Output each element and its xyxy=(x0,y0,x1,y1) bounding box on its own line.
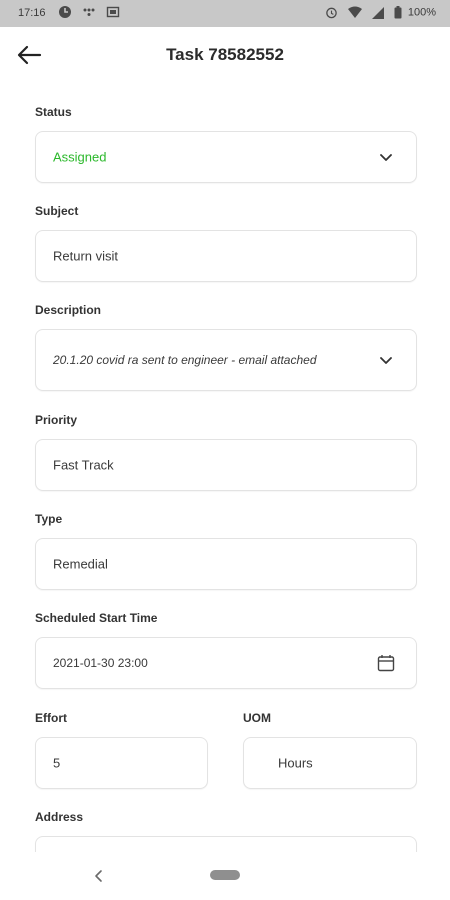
type-label: Type xyxy=(35,512,63,526)
status-dropdown[interactable]: Assigned xyxy=(35,131,417,183)
status-time: 17:16 xyxy=(18,7,46,19)
effort-label: Effort xyxy=(35,711,67,725)
priority-value: Fast Track xyxy=(53,457,114,473)
uom-value: Hours xyxy=(278,755,313,771)
uom-label: UOM xyxy=(243,711,271,725)
status-bar: 17:16 100% xyxy=(0,0,450,27)
calendar-icon[interactable] xyxy=(376,653,396,673)
scheduled-start-field[interactable]: 2021-01-30 23:00 xyxy=(35,637,417,689)
priority-field[interactable]: Fast Track xyxy=(35,439,417,491)
dots-icon xyxy=(83,8,95,16)
alarm-icon xyxy=(325,7,337,19)
type-field[interactable]: Remedial xyxy=(35,538,417,590)
status-right-icons: 100% xyxy=(325,6,436,19)
subject-field[interactable]: Return visit xyxy=(35,230,417,282)
scheduled-start-label: Scheduled Start Time xyxy=(35,611,158,625)
subject-value: Return visit xyxy=(53,248,119,264)
system-nav-bar xyxy=(0,852,450,900)
uom-field[interactable]: Hours xyxy=(243,737,417,789)
description-value: 20.1.20 covid ra sent to engineer - emai… xyxy=(53,353,317,367)
battery-percent: 100% xyxy=(407,6,436,19)
effort-field[interactable]: 5 xyxy=(35,737,208,789)
page-title: Task 78582552 xyxy=(166,45,284,64)
description-dropdown[interactable]: 20.1.20 covid ra sent to engineer - emai… xyxy=(35,329,417,391)
status-label: Status xyxy=(35,105,72,119)
address-label: Address xyxy=(35,810,84,824)
scheduled-start-value: 2021-01-30 23:00 xyxy=(53,656,148,670)
home-pill-icon[interactable] xyxy=(210,870,240,880)
signal-icon xyxy=(371,6,384,19)
description-label: Description xyxy=(35,303,102,317)
priority-label: Priority xyxy=(35,413,78,427)
subject-label: Subject xyxy=(35,204,79,218)
type-value: Remedial xyxy=(53,556,108,572)
app-bar: Task 78582552 xyxy=(0,27,450,83)
battery-icon xyxy=(394,6,402,19)
chevron-down-icon xyxy=(380,357,392,364)
screen-icon xyxy=(106,6,120,18)
wifi-icon xyxy=(347,6,362,18)
effort-value: 5 xyxy=(53,755,61,771)
chevron-down-icon xyxy=(380,154,392,161)
nav-back-icon[interactable] xyxy=(92,868,106,884)
status-value: Assigned xyxy=(53,149,107,165)
status-left-icons xyxy=(58,5,127,19)
data-saver-icon xyxy=(59,6,71,18)
